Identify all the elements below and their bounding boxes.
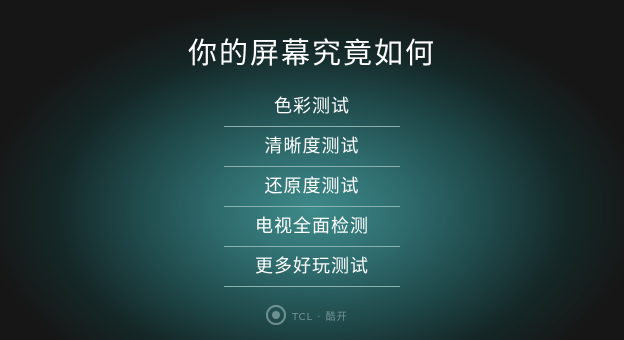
brand-logo-icon bbox=[266, 305, 286, 325]
menu-item-fidelity-test[interactable]: 还原度测试 bbox=[224, 167, 400, 207]
screen-test-menu: 你的屏幕究竟如何 色彩测试 清晰度测试 还原度测试 电视全面检测 更多好玩测试 … bbox=[0, 0, 624, 340]
menu-item-sharpness-test[interactable]: 清晰度测试 bbox=[224, 127, 400, 167]
menu-item-more-fun-tests[interactable]: 更多好玩测试 bbox=[224, 247, 400, 287]
menu-item-color-test[interactable]: 色彩测试 bbox=[224, 87, 400, 127]
page-title: 你的屏幕究竟如何 bbox=[187, 36, 436, 70]
test-menu: 色彩测试 清晰度测试 还原度测试 电视全面检测 更多好玩测试 bbox=[224, 87, 400, 287]
brand-watermark: TCL · 酷开 bbox=[266, 304, 348, 326]
brand-text: TCL · 酷开 bbox=[292, 311, 348, 323]
menu-item-full-tv-check[interactable]: 电视全面检测 bbox=[224, 207, 400, 247]
